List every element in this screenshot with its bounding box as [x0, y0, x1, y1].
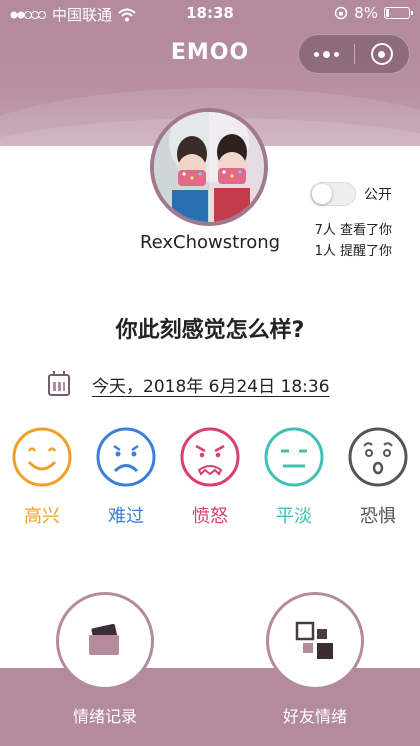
mood-label: 难过	[108, 506, 144, 527]
mood-label: 高兴	[24, 506, 60, 527]
status-right: 8%	[334, 4, 413, 22]
mood-label: 恐惧	[360, 506, 396, 527]
public-toggle-row: 公开	[310, 182, 392, 206]
grid-icon	[295, 621, 333, 659]
toggle-knob	[312, 184, 332, 204]
friends-mood-label[interactable]: 好友情绪	[245, 703, 385, 727]
viewed-count[interactable]: 7人 查看了你	[315, 219, 392, 238]
mood-fear[interactable]: 恐惧	[338, 426, 418, 528]
mood-selector: 高兴 难过 愤怒 平淡 恐惧	[0, 426, 420, 536]
target-icon	[370, 43, 393, 65]
mini-program-capsule	[298, 34, 410, 74]
status-bar: 中国联通 18:38 8%	[0, 0, 420, 28]
mood-happy[interactable]: 高兴	[2, 426, 82, 528]
mood-angry[interactable]: 愤怒	[170, 426, 250, 528]
avatar[interactable]	[150, 108, 268, 226]
mood-records-label[interactable]: 情绪记录	[35, 703, 175, 727]
avatar-photo	[154, 112, 264, 222]
mood-sad[interactable]: 难过	[86, 426, 166, 528]
angry-face-icon	[180, 427, 240, 487]
public-label: 公开	[364, 187, 392, 203]
rotation-lock-icon	[334, 6, 348, 20]
close-mini-program-button[interactable]	[354, 35, 409, 73]
more-options-button[interactable]	[299, 35, 354, 73]
fear-face-icon	[348, 427, 408, 487]
mood-label: 平淡	[276, 506, 312, 527]
mood-question: 你此刻感觉怎么样?	[115, 318, 305, 343]
calendar-icon	[48, 370, 70, 396]
battery-icon	[384, 7, 413, 19]
friends-mood-button[interactable]	[266, 592, 364, 690]
date-picker[interactable]: 今天，2018年 6月24日 18:36	[92, 372, 330, 397]
username: RexChowstrong	[139, 232, 281, 253]
reminded-count[interactable]: 1人 提醒了你	[315, 240, 392, 259]
mood-neutral[interactable]: 平淡	[254, 426, 334, 528]
date-row[interactable]: 今天，2018年 6月24日 18:36	[48, 370, 330, 397]
public-toggle[interactable]	[310, 182, 356, 206]
happy-face-icon	[12, 427, 72, 487]
cards-icon	[89, 623, 119, 655]
mood-label: 愤怒	[192, 506, 228, 527]
sad-face-icon	[96, 427, 156, 487]
neutral-face-icon	[264, 427, 324, 487]
mood-records-button[interactable]	[56, 592, 154, 690]
battery-percent: 8%	[354, 4, 378, 22]
